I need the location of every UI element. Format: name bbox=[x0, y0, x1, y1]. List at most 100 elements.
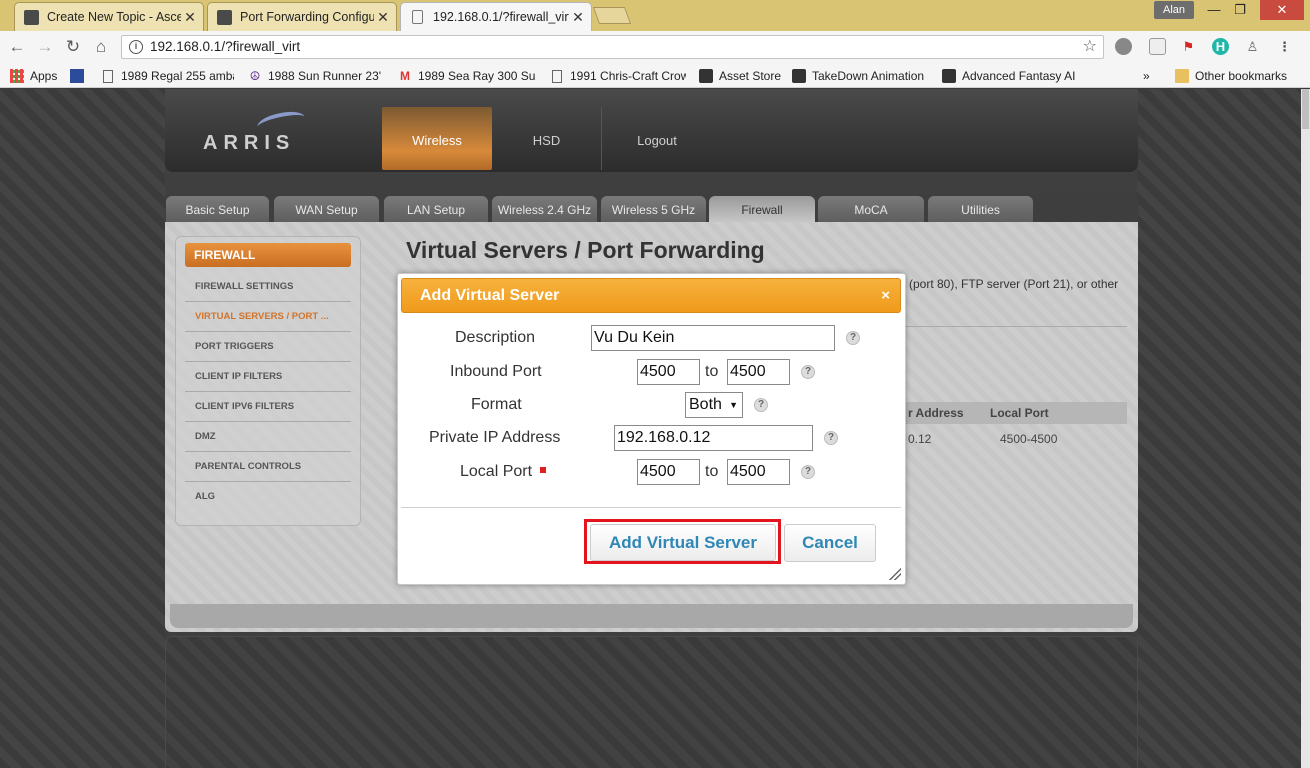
virtual-servers-table-header: r Address Local Port bbox=[905, 402, 1127, 424]
browser-tab-strip: Create New Topic - Ascen ✕ Port Forwardi… bbox=[0, 0, 1310, 31]
address-bar[interactable]: i 192.168.0.1/?firewall_virt ☆ bbox=[121, 35, 1104, 59]
topnav-logout[interactable]: Logout bbox=[602, 107, 712, 170]
tab-wan-setup[interactable]: WAN Setup bbox=[274, 196, 379, 222]
inbound-port-label: Inbound Port bbox=[450, 363, 542, 380]
bookmark-item[interactable]: ☮ 1988 Sun Runner 23' bbox=[248, 67, 382, 85]
add-virtual-server-button[interactable]: Add Virtual Server bbox=[590, 524, 776, 561]
private-ip-input[interactable]: 192.168.0.12 bbox=[614, 425, 813, 451]
close-icon[interactable]: ✕ bbox=[374, 9, 392, 26]
sidebar-item-client-ipv6-filters[interactable]: CLIENT IPV6 FILTERS bbox=[185, 392, 351, 422]
new-tab-button[interactable] bbox=[592, 7, 632, 24]
table-row: 0.12 4500-4500 bbox=[905, 428, 1127, 450]
tab-title: 192.168.0.1/?firewall_virt bbox=[433, 10, 569, 24]
bookmark-fantasy-ai[interactable]: Advanced Fantasy AI bbox=[942, 67, 1078, 85]
sidebar-item-dmz[interactable]: DMZ bbox=[185, 422, 351, 452]
forum-favicon-icon bbox=[24, 9, 39, 25]
sidebar-item-parental-controls[interactable]: PARENTAL CONTROLS bbox=[185, 452, 351, 482]
help-icon[interactable]: ? bbox=[754, 398, 768, 412]
bookmark-apps[interactable]: Apps bbox=[10, 67, 57, 85]
sidebar-item-client-ip-filters[interactable]: CLIENT IP FILTERS bbox=[185, 362, 351, 392]
description-input[interactable]: Vu Du Kein bbox=[591, 325, 835, 351]
close-icon[interactable]: ✕ bbox=[569, 9, 587, 26]
gmail-icon: M bbox=[400, 69, 410, 83]
browser-tab-active[interactable]: 192.168.0.1/?firewall_virt ✕ bbox=[400, 2, 592, 31]
tab-basic-setup[interactable]: Basic Setup bbox=[166, 196, 269, 222]
topnav-wireless[interactable]: Wireless bbox=[382, 107, 492, 170]
required-marker-icon bbox=[540, 467, 546, 473]
extension-globe-icon[interactable] bbox=[1115, 38, 1132, 55]
help-icon[interactable]: ? bbox=[824, 431, 838, 445]
dialog-title: Add Virtual Server bbox=[420, 287, 560, 304]
format-selected-value: Both bbox=[689, 396, 722, 413]
info-icon[interactable]: i bbox=[129, 40, 143, 54]
sidebar-item-alg[interactable]: ALG bbox=[185, 482, 351, 512]
sidebar-item-port-triggers[interactable]: PORT TRIGGERS bbox=[185, 332, 351, 362]
footer-panel bbox=[165, 636, 1138, 768]
reload-icon[interactable]: ↻ bbox=[62, 37, 84, 57]
close-icon[interactable]: ✕ bbox=[181, 9, 199, 26]
tab-utilities[interactable]: Utilities bbox=[928, 196, 1033, 222]
bookmarks-bar: Apps 1989 Regal 255 amba ☮ 1988 Sun Runne… bbox=[0, 63, 1310, 88]
help-icon[interactable]: ? bbox=[801, 365, 815, 379]
menu-kebab-icon[interactable]: ⋮ bbox=[1276, 38, 1293, 55]
close-icon[interactable]: × bbox=[881, 279, 890, 312]
inbound-port-end-input[interactable]: 4500 bbox=[727, 359, 790, 385]
column-header: Local Port bbox=[990, 406, 1049, 420]
inbound-port-start-input[interactable]: 4500 bbox=[637, 359, 700, 385]
document-icon bbox=[103, 69, 113, 83]
bookmark-item[interactable]: 1991 Chris-Craft Crow bbox=[550, 67, 686, 85]
bookmark-asset-store[interactable]: Asset Store bbox=[699, 67, 783, 85]
forum-favicon-icon bbox=[217, 9, 232, 25]
other-bookmarks[interactable]: Other bookmarks bbox=[1175, 67, 1287, 85]
tab-firewall[interactable]: Firewall bbox=[709, 196, 815, 222]
caret-down-icon: ▼ bbox=[729, 400, 738, 410]
page-scrollbar[interactable] bbox=[1301, 89, 1310, 768]
local-port-start-input[interactable]: 4500 bbox=[637, 459, 700, 485]
extension-flag-icon[interactable]: ⚑ bbox=[1180, 38, 1197, 55]
cancel-button[interactable]: Cancel bbox=[784, 524, 876, 562]
tab-wireless-24[interactable]: Wireless 2.4 GHz bbox=[492, 196, 597, 222]
local-port-label: Local Port bbox=[460, 463, 533, 480]
tab-lan-setup[interactable]: LAN Setup bbox=[384, 196, 488, 222]
local-port-end-input[interactable]: 4500 bbox=[727, 459, 790, 485]
sidebar-item-firewall-settings[interactable]: FIREWALL SETTINGS bbox=[185, 272, 351, 302]
profile-chip[interactable]: Alan bbox=[1154, 1, 1194, 19]
tab-title: Create New Topic - Ascen bbox=[47, 10, 181, 24]
calendar-icon bbox=[70, 69, 84, 83]
window-close-button[interactable]: ✕ bbox=[1260, 0, 1304, 20]
column-header: r Address bbox=[908, 406, 964, 420]
unity-icon bbox=[942, 69, 956, 83]
resize-grip-icon[interactable] bbox=[889, 568, 901, 580]
forward-icon[interactable]: → bbox=[34, 37, 56, 57]
format-select[interactable]: Both ▼ bbox=[685, 392, 743, 418]
tab-wireless-5[interactable]: Wireless 5 GHz bbox=[601, 196, 706, 222]
bookmark-item[interactable]: M 1989 Sea Ray 300 Sun bbox=[398, 67, 536, 85]
bookmark-takedown[interactable]: TakeDown Animation bbox=[792, 67, 930, 85]
dialog-header: Add Virtual Server × bbox=[401, 278, 901, 313]
help-icon[interactable]: ? bbox=[801, 465, 815, 479]
extension-notes-icon[interactable] bbox=[1149, 38, 1166, 55]
minimize-button[interactable]: — bbox=[1200, 0, 1228, 20]
url-text: 192.168.0.1/?firewall_virt bbox=[150, 39, 301, 54]
scrollbar-thumb[interactable] bbox=[1302, 89, 1309, 129]
back-icon[interactable]: ← bbox=[6, 37, 28, 57]
format-label: Format bbox=[471, 396, 522, 413]
bookmark-item[interactable]: 1989 Regal 255 amba bbox=[101, 67, 234, 85]
description-label: Description bbox=[455, 329, 536, 346]
home-icon[interactable]: ⌂ bbox=[90, 37, 112, 57]
browser-tab[interactable]: Create New Topic - Ascen ✕ bbox=[14, 2, 204, 31]
restore-button[interactable]: ❐ bbox=[1226, 0, 1254, 20]
extension-pin-icon[interactable]: ♙ bbox=[1244, 38, 1261, 55]
topnav-hsd[interactable]: HSD bbox=[492, 107, 602, 170]
extension-h-icon[interactable]: H bbox=[1212, 38, 1229, 55]
help-icon[interactable]: ? bbox=[846, 331, 860, 345]
bookmarks-overflow-button[interactable]: » bbox=[1143, 67, 1150, 85]
page-description: (port 80), FTP server (Port 21), or othe… bbox=[909, 277, 1119, 291]
tab-moca[interactable]: MoCA bbox=[818, 196, 924, 222]
dialog-divider bbox=[401, 507, 901, 508]
bookmark-calendar[interactable] bbox=[70, 67, 90, 85]
folder-icon bbox=[1175, 69, 1189, 83]
bookmark-star-icon[interactable]: ☆ bbox=[1083, 36, 1097, 58]
sidebar-item-virtual-servers[interactable]: VIRTUAL SERVERS / PORT ... bbox=[185, 302, 351, 332]
browser-tab[interactable]: Port Forwarding Configu ✕ bbox=[207, 2, 397, 31]
